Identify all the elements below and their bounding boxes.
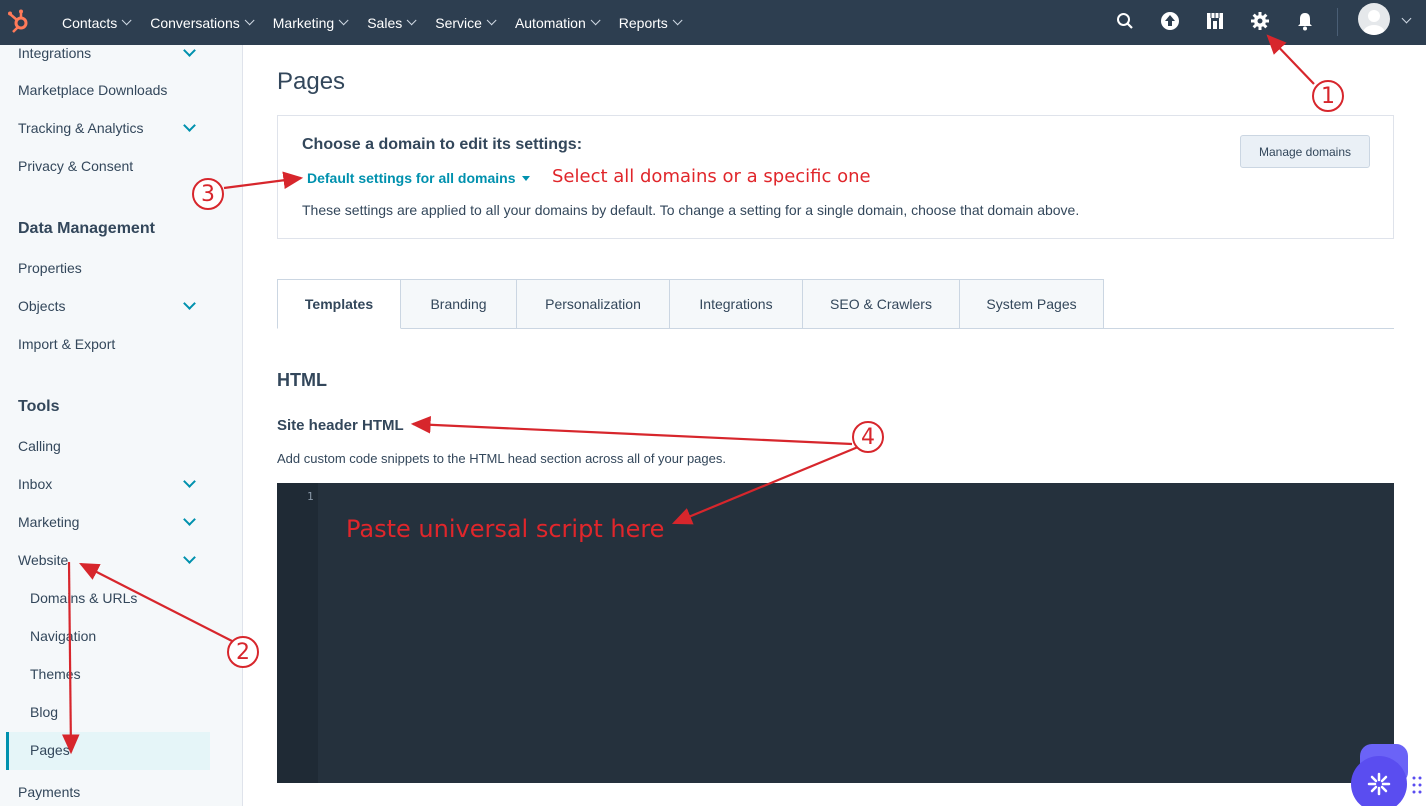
nav-contacts-label: Contacts [62, 14, 118, 31]
chevron-down-icon [244, 15, 255, 26]
top-navigation: Contacts Conversations Marketing Sales S… [0, 0, 1426, 45]
nav-reports[interactable]: Reports [618, 14, 683, 31]
tab-branding[interactable]: Branding [401, 279, 517, 329]
chevron-down-icon [672, 15, 683, 26]
sidebar-heading-tools: Tools [18, 398, 60, 415]
sidebar-item-domains-urls[interactable]: Domains & URLs [30, 590, 137, 606]
domain-select-value: Default settings for all domains [307, 170, 516, 186]
sidebar-item-tracking-analytics[interactable]: Tracking & Analytics [18, 120, 144, 136]
sidebar-item-themes[interactable]: Themes [30, 666, 81, 682]
sidebar-item-pages[interactable]: Pages [30, 742, 70, 758]
sidebar-item-marketing[interactable]: Marketing [18, 514, 79, 530]
chat-sparkle-icon [1367, 772, 1391, 796]
nav-sales-label: Sales [367, 14, 403, 31]
nav-conversations[interactable]: Conversations [150, 14, 255, 31]
chevron-down-icon[interactable] [1401, 13, 1412, 24]
sidebar-item-payments[interactable]: Payments [18, 784, 80, 800]
notifications-icon[interactable] [1293, 9, 1317, 33]
hubspot-logo-icon[interactable] [6, 8, 32, 34]
nav-automation-label: Automation [514, 14, 586, 31]
chevron-down-icon[interactable] [183, 297, 196, 310]
tab-integrations[interactable]: Integrations [670, 279, 803, 329]
settings-icon[interactable] [1248, 9, 1272, 33]
marketplace-icon[interactable] [1203, 9, 1227, 33]
editor-gutter: 1 [277, 483, 318, 783]
chat-launcher-button[interactable] [1351, 756, 1407, 806]
sidebar-item-navigation[interactable]: Navigation [30, 628, 96, 644]
site-header-html-title: Site header HTML [277, 417, 404, 434]
domain-select-dropdown[interactable]: Default settings for all domains [307, 170, 531, 186]
tab-personalization[interactable]: Personalization [517, 279, 670, 329]
domain-card-heading: Choose a domain to edit its settings: [302, 136, 583, 153]
sidebar-heading-data-management: Data Management [18, 220, 155, 237]
chevron-down-icon [121, 15, 132, 26]
sidebar-item-website[interactable]: Website [18, 552, 68, 568]
site-header-html-description: Add custom code snippets to the HTML hea… [277, 451, 726, 466]
chevron-down-icon[interactable] [183, 513, 196, 526]
chevron-down-icon[interactable] [183, 551, 196, 564]
sidebar-item-marketplace-downloads[interactable]: Marketplace Downloads [18, 82, 167, 98]
line-number: 1 [307, 490, 314, 503]
sidebar-item-properties[interactable]: Properties [18, 260, 82, 276]
nav-conversations-label: Conversations [150, 14, 240, 31]
nav-service-label: Service [435, 14, 482, 31]
sidebar-item-import-export[interactable]: Import & Export [18, 336, 115, 352]
domain-card-description: These settings are applied to all your d… [302, 202, 1080, 218]
page-title: Pages [277, 68, 346, 95]
annotation-marker-2: 2 [227, 636, 259, 668]
annotation-paste-script: Paste universal script here [346, 515, 665, 543]
sidebar-item-privacy-consent[interactable]: Privacy & Consent [18, 158, 133, 174]
chevron-down-icon [338, 15, 349, 26]
chevron-down-icon[interactable] [183, 119, 196, 132]
drag-handle-icon[interactable] [1412, 775, 1422, 795]
settings-tabs: Templates Branding Personalization Integ… [277, 279, 1104, 329]
nav-sales[interactable]: Sales [367, 14, 417, 31]
sidebar-item-objects[interactable]: Objects [18, 298, 65, 314]
annotation-select-domain: Select all domains or a specific one [552, 166, 871, 187]
nav-service[interactable]: Service [435, 14, 497, 31]
chevron-down-icon [486, 15, 497, 26]
annotation-marker-3: 3 [192, 178, 224, 210]
nav-automation[interactable]: Automation [514, 14, 601, 31]
nav-divider [1337, 8, 1338, 36]
chevron-down-icon [406, 15, 417, 26]
tab-templates[interactable]: Templates [277, 279, 401, 329]
caret-down-icon [522, 175, 531, 181]
annotation-marker-4: 4 [852, 421, 884, 453]
settings-sidebar: Integrations Marketplace Downloads Track… [0, 44, 243, 806]
annotation-marker-1: 1 [1312, 80, 1344, 112]
nav-reports-label: Reports [618, 14, 668, 31]
manage-domains-button[interactable]: Manage domains [1240, 135, 1370, 168]
sidebar-item-blog[interactable]: Blog [30, 704, 58, 720]
section-title: HTML [277, 370, 327, 390]
tab-seo-crawlers[interactable]: SEO & Crawlers [803, 279, 960, 329]
upgrade-icon[interactable] [1158, 9, 1182, 33]
avatar[interactable] [1358, 3, 1390, 35]
chevron-down-icon[interactable] [183, 44, 196, 57]
sidebar-item-integrations[interactable]: Integrations [18, 45, 91, 61]
tab-system-pages[interactable]: System Pages [960, 279, 1104, 329]
chevron-down-icon [590, 15, 601, 26]
nav-marketing-label: Marketing [272, 14, 335, 31]
chevron-down-icon[interactable] [183, 475, 196, 488]
search-icon[interactable] [1113, 9, 1137, 33]
nav-marketing[interactable]: Marketing [272, 14, 349, 31]
main-menu: Contacts Conversations Marketing Sales S… [62, 0, 701, 45]
tabs-baseline [1104, 328, 1394, 329]
sidebar-item-calling[interactable]: Calling [18, 438, 61, 454]
nav-contacts[interactable]: Contacts [62, 14, 132, 31]
sidebar-item-inbox[interactable]: Inbox [18, 476, 52, 492]
